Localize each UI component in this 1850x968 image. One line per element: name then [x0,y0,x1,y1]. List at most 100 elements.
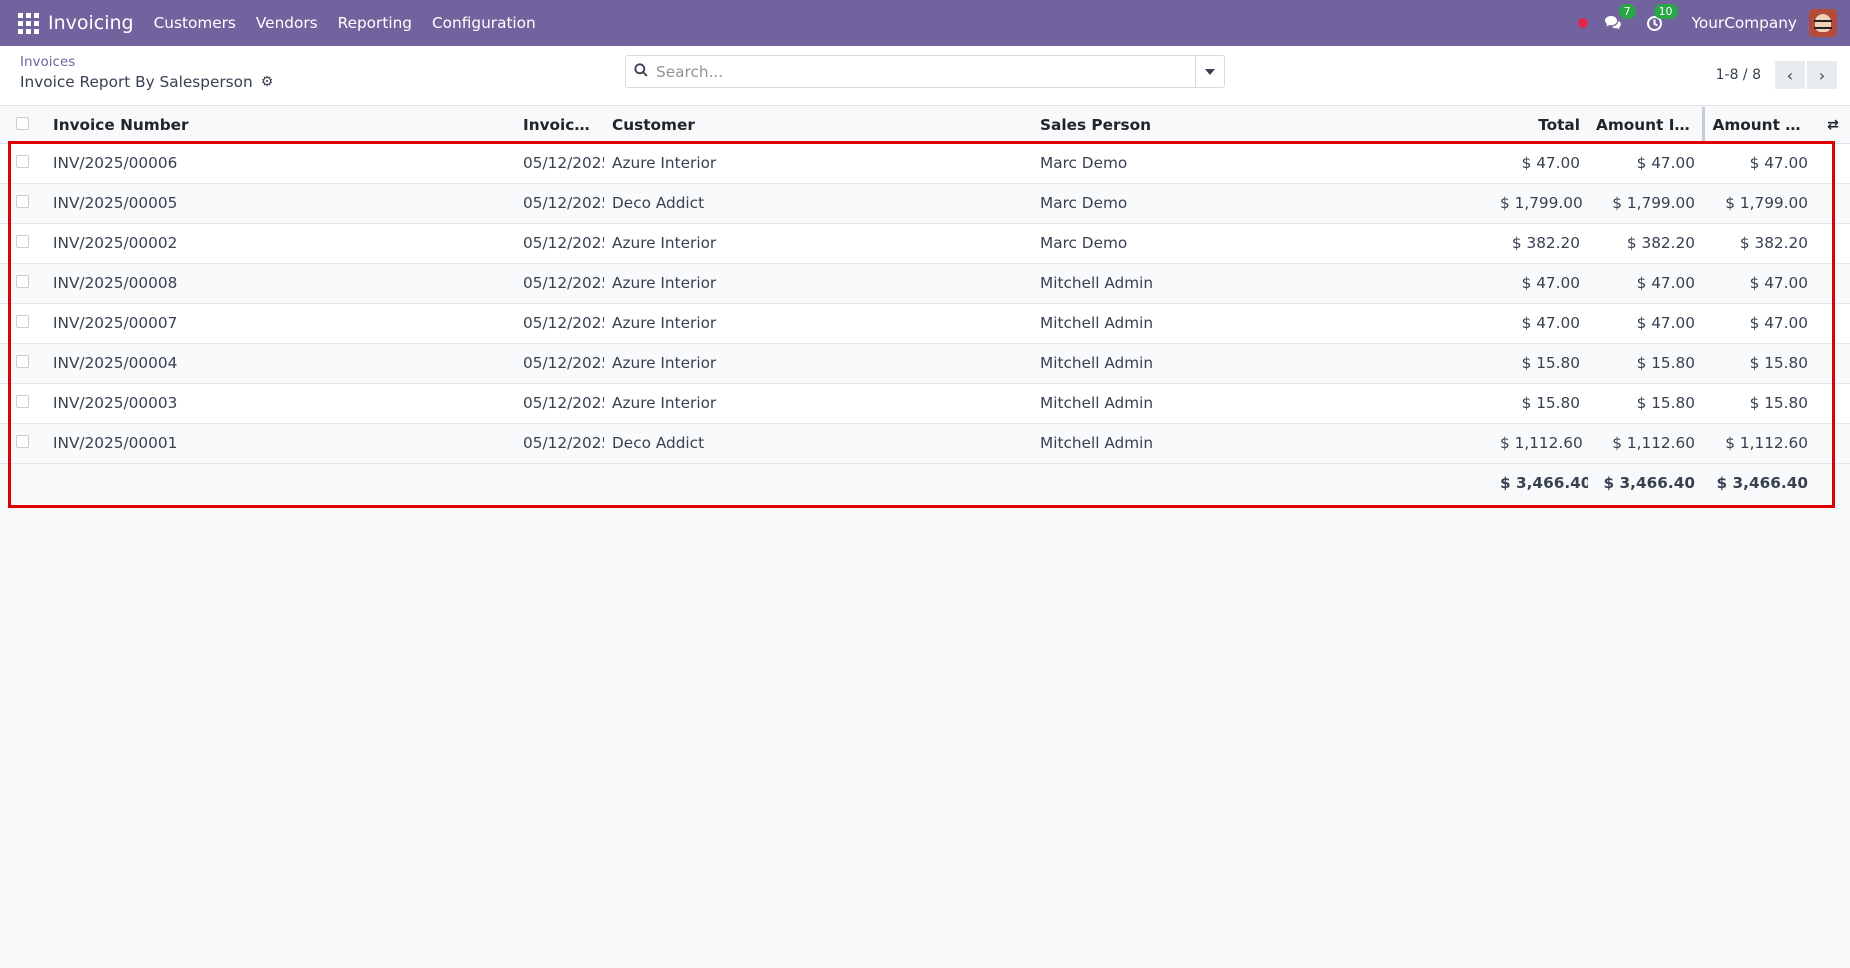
invoice-date-cell[interactable]: 05/12/2025 [515,223,604,264]
column-header-invoice-number[interactable]: Invoice Number [45,107,515,144]
customer-cell[interactable]: Azure Interior [604,303,1032,344]
total-cell[interactable]: $ 47.00 [1492,303,1588,344]
messages-button[interactable]: 7 [1602,4,1636,34]
amount-invoiced-cell[interactable]: $ 15.80 [1588,383,1703,424]
total-cell[interactable]: $ 382.20 [1492,223,1588,264]
invoice-date-cell[interactable]: 05/12/2025 [515,423,604,464]
amount-invoiced-cell[interactable]: $ 47.00 [1588,303,1703,344]
total-cell[interactable]: $ 15.80 [1492,383,1588,424]
table-row[interactable]: INV/2025/00008 05/12/2025 Azure Interior Mi… [0,263,1850,304]
pager-value[interactable]: 1-8 / 8 [1716,67,1761,83]
invoice-number-cell[interactable]: INV/2025/00004 [45,343,515,384]
column-header-sales-person[interactable]: Sales Person [1032,107,1492,144]
invoice-date-cell[interactable]: 05/12/2025 [515,183,604,224]
amount-invoiced-cell[interactable]: $ 382.20 [1588,223,1703,264]
total-cell[interactable]: $ 47.00 [1492,143,1588,184]
invoice-date-cell[interactable]: 05/12/2025 [515,263,604,304]
sales-person-cell[interactable]: Marc Demo [1032,223,1492,264]
customer-cell[interactable]: Azure Interior [604,143,1032,184]
row-checkbox[interactable] [16,195,29,208]
invoice-number-cell[interactable]: INV/2025/00003 [45,383,515,424]
breadcrumb-invoices[interactable]: Invoices [20,54,75,70]
invoice-number-cell[interactable]: INV/2025/00001 [45,423,515,464]
apps-menu-icon[interactable] [17,12,39,34]
table-row[interactable]: INV/2025/00007 05/12/2025 Azure Interior Mi… [0,303,1850,344]
row-checkbox[interactable] [16,355,29,368]
table-row[interactable]: INV/2025/00005 05/12/2025 Deco Addict Marc … [0,183,1850,224]
row-checkbox[interactable] [16,235,29,248]
table-row[interactable]: INV/2025/00006 05/12/2025 Azure Interior Ma… [0,143,1850,184]
customer-cell[interactable]: Azure Interior [604,343,1032,384]
row-checkbox[interactable] [16,435,29,448]
column-header-amount-due[interactable]: Amount Due [1703,107,1816,144]
amount-invoiced-cell[interactable]: $ 47.00 [1588,143,1703,184]
amount-due-cell[interactable]: $ 47.00 [1703,263,1816,304]
amount-invoiced-cell[interactable]: $ 47.00 [1588,263,1703,304]
row-spacer-cell [1816,303,1850,344]
sales-person-cell[interactable]: Marc Demo [1032,183,1492,224]
row-checkbox[interactable] [16,315,29,328]
column-header-invoice-date[interactable]: Invoice D... [515,107,604,144]
sales-person-cell[interactable]: Mitchell Admin [1032,263,1492,304]
row-checkbox[interactable] [16,395,29,408]
invoice-number-cell[interactable]: INV/2025/00002 [45,223,515,264]
amount-due-cell[interactable]: $ 15.80 [1703,383,1816,424]
status-dot-icon[interactable] [1577,18,1588,28]
optional-columns-toggle[interactable]: ⇄ [1816,107,1850,144]
app-title[interactable]: Invoicing [48,12,134,34]
invoice-date-cell[interactable]: 05/12/2025 [515,383,604,424]
table-row[interactable]: INV/2025/00004 05/12/2025 Azure Interior Mi… [0,343,1850,384]
sales-person-cell[interactable]: Mitchell Admin [1032,383,1492,424]
user-avatar[interactable] [1809,9,1837,37]
customer-cell[interactable]: Azure Interior [604,383,1032,424]
pager-next-button[interactable]: › [1807,61,1837,89]
invoice-date-cell[interactable]: 05/12/2025 [515,303,604,344]
invoice-date-cell[interactable]: 05/12/2025 [515,143,604,184]
sales-person-cell[interactable]: Mitchell Admin [1032,423,1492,464]
company-switcher[interactable]: YourCompany [1692,14,1797,32]
table-row[interactable]: INV/2025/00003 05/12/2025 Azure Interior Mi… [0,383,1850,424]
menu-item-reporting[interactable]: Reporting [328,14,422,32]
invoice-date-cell[interactable]: 05/12/2025 [515,343,604,384]
amount-due-cell[interactable]: $ 15.80 [1703,343,1816,384]
customer-cell[interactable]: Deco Addict [604,423,1032,464]
invoice-number-cell[interactable]: INV/2025/00007 [45,303,515,344]
activities-button[interactable]: 10 [1644,4,1678,34]
table-row[interactable]: INV/2025/00001 05/12/2025 Deco Addict Mitch… [0,423,1850,464]
menu-item-configuration[interactable]: Configuration [422,14,546,32]
column-header-total[interactable]: Total [1492,107,1588,144]
search-input[interactable] [656,62,1195,81]
customer-cell[interactable]: Azure Interior [604,263,1032,304]
search-options-toggle[interactable] [1195,56,1224,87]
customer-cell[interactable]: Azure Interior [604,223,1032,264]
invoice-number-cell[interactable]: INV/2025/00005 [45,183,515,224]
total-cell[interactable]: $ 1,799.00 [1492,183,1588,224]
amount-due-cell[interactable]: $ 47.00 [1703,143,1816,184]
pager-previous-button[interactable]: ‹ [1775,61,1805,89]
sales-person-cell[interactable]: Mitchell Admin [1032,343,1492,384]
gear-icon[interactable]: ⚙ [261,74,274,90]
table-row[interactable]: INV/2025/00002 05/12/2025 Azure Interior Ma… [0,223,1850,264]
amount-due-cell[interactable]: $ 382.20 [1703,223,1816,264]
total-cell[interactable]: $ 1,112.60 [1492,423,1588,464]
menu-item-vendors[interactable]: Vendors [246,14,328,32]
amount-due-cell[interactable]: $ 1,799.00 [1703,183,1816,224]
customer-cell[interactable]: Deco Addict [604,183,1032,224]
invoice-number-cell[interactable]: INV/2025/00008 [45,263,515,304]
menu-item-customers[interactable]: Customers [144,14,246,32]
amount-due-cell[interactable]: $ 47.00 [1703,303,1816,344]
amount-invoiced-cell[interactable]: $ 1,799.00 [1588,183,1703,224]
column-header-amount-invoiced[interactable]: Amount Invoi⌵ [1588,107,1705,144]
amount-invoiced-cell[interactable]: $ 1,112.60 [1588,423,1703,464]
total-cell[interactable]: $ 15.80 [1492,343,1588,384]
sales-person-cell[interactable]: Mitchell Admin [1032,303,1492,344]
row-checkbox[interactable] [16,155,29,168]
column-header-customer[interactable]: Customer [604,107,1032,144]
row-checkbox[interactable] [16,275,29,288]
sales-person-cell[interactable]: Marc Demo [1032,143,1492,184]
total-cell[interactable]: $ 47.00 [1492,263,1588,304]
amount-due-cell[interactable]: $ 1,112.60 [1703,423,1816,464]
invoice-number-cell[interactable]: INV/2025/00006 [45,143,515,184]
amount-invoiced-cell[interactable]: $ 15.80 [1588,343,1703,384]
select-all-checkbox[interactable] [16,116,29,130]
